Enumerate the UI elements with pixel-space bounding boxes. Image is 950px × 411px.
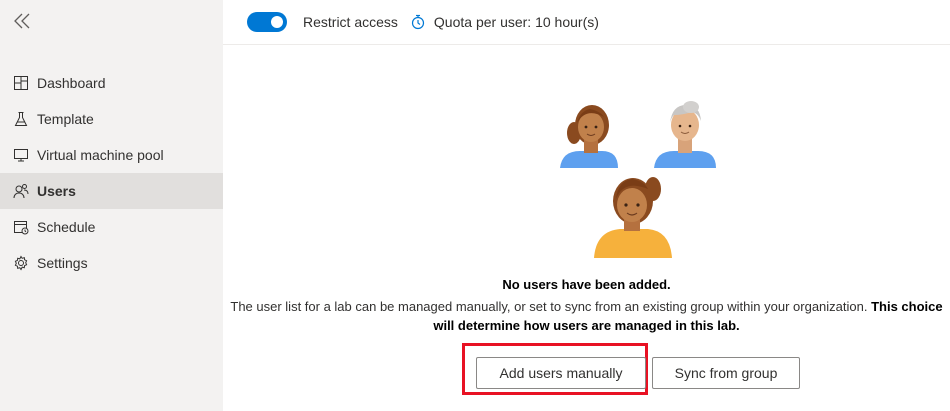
restrict-access-label: Restrict access [303, 14, 398, 30]
command-bar: Restrict access Quota per user: 10 hour(… [223, 0, 950, 45]
person-center-figure [594, 177, 672, 258]
sidebar-item-label: Settings [37, 255, 88, 271]
person-left-figure [560, 105, 618, 168]
gear-icon [12, 254, 30, 272]
restrict-access-toggle[interactable] [247, 12, 287, 32]
empty-state-title: No users have been added. [502, 277, 671, 292]
stopwatch-icon [410, 14, 426, 30]
sidebar-item-users[interactable]: Users [0, 173, 223, 209]
sidebar: Dashboard Template Virtual machine pool [0, 0, 223, 411]
sidebar-item-settings[interactable]: Settings [0, 245, 223, 281]
sidebar-item-label: Dashboard [37, 75, 106, 91]
sidebar-nav: Dashboard Template Virtual machine pool [0, 65, 223, 281]
monitor-icon [12, 146, 30, 164]
toggle-knob [271, 16, 283, 28]
users-illustration [560, 101, 716, 258]
calendar-icon [12, 218, 30, 236]
sidebar-item-schedule[interactable]: Schedule [0, 209, 223, 245]
sidebar-item-template[interactable]: Template [0, 101, 223, 137]
sidebar-item-label: Schedule [37, 219, 96, 235]
sync-from-group-button[interactable]: Sync from group [652, 357, 800, 389]
main-content: No users have been added. The user list … [223, 45, 950, 411]
quota-per-user[interactable]: Quota per user: 10 hour(s) [410, 14, 599, 30]
sidebar-item-label: Users [37, 183, 76, 199]
dashboard-icon [12, 74, 30, 92]
collapse-sidebar-icon[interactable] [11, 10, 33, 32]
empty-state-description: The user list for a lab can be managed m… [223, 297, 950, 335]
sidebar-item-label: Template [37, 111, 94, 127]
users-icon [12, 182, 30, 200]
description-text: The user list for a lab can be managed m… [230, 299, 872, 314]
quota-label: Quota per user: 10 hour(s) [433, 14, 599, 30]
add-users-manually-button[interactable]: Add users manually [476, 357, 646, 389]
sidebar-item-dashboard[interactable]: Dashboard [0, 65, 223, 101]
flask-icon [12, 110, 30, 128]
sidebar-item-virtual-machine-pool[interactable]: Virtual machine pool [0, 137, 223, 173]
person-right-figure [654, 101, 716, 168]
sidebar-item-label: Virtual machine pool [37, 147, 164, 163]
